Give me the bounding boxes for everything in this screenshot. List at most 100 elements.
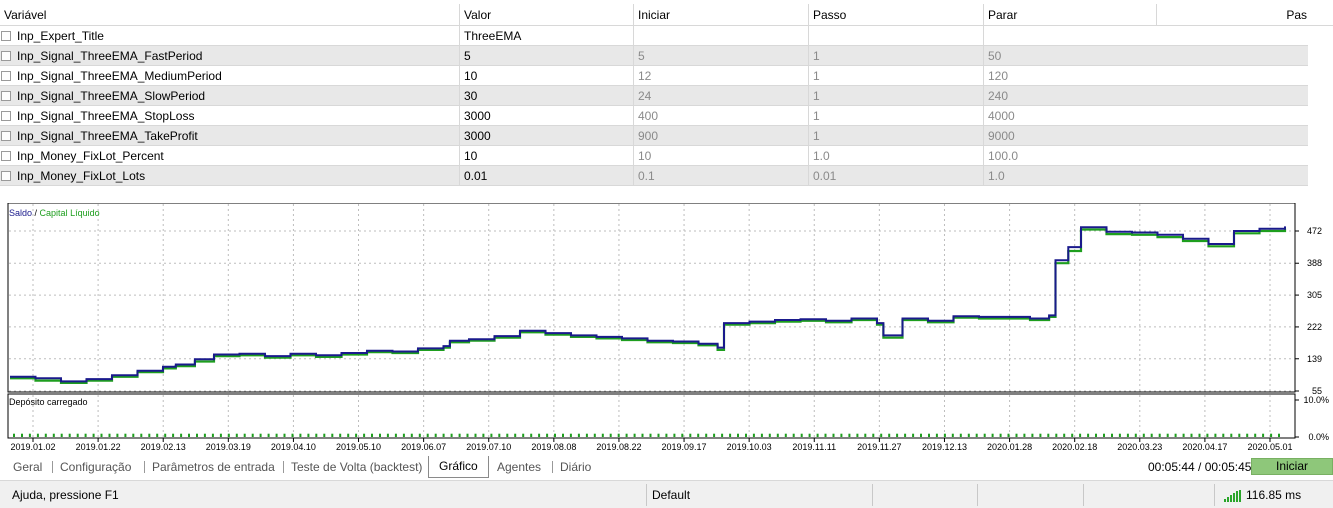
deposit-bar	[506, 433, 509, 437]
param-checkbox[interactable]	[1, 131, 11, 141]
deposit-bar	[1007, 433, 1010, 437]
param-checkbox[interactable]	[1, 91, 11, 101]
x-tick-label: 2019.08.22	[596, 442, 641, 452]
deposit-bar	[1031, 433, 1034, 437]
x-tick-label: 2020.04.17	[1182, 442, 1227, 452]
deposit-bar	[323, 433, 326, 437]
param-name: Inp_Money_FixLot_Lots	[17, 169, 146, 183]
deposit-bar	[371, 433, 373, 437]
param-name-cell: Inp_Signal_ThreeEMA_StopLoss	[0, 106, 459, 126]
legend-balance: Saldo	[9, 208, 32, 218]
deposit-bar	[203, 433, 206, 437]
tab-6[interactable]: Diário	[556, 457, 595, 477]
param-checkbox[interactable]	[1, 31, 11, 41]
deposit-bar	[1047, 433, 1050, 437]
parameter-row[interactable]: Inp_Signal_ThreeEMA_StopLoss 3000 400 1 4000	[0, 106, 1308, 126]
param-stop: 4000	[983, 106, 1156, 126]
x-tick-label: 2019.01.02	[10, 442, 55, 452]
param-value[interactable]: 0.01	[459, 166, 633, 186]
deposit-bar	[1142, 433, 1145, 437]
deposit-bar	[1206, 433, 1209, 437]
column-header-value[interactable]: Valor	[459, 4, 633, 26]
tab-3[interactable]: Teste de Volta (backtest)	[287, 457, 426, 477]
status-profile: Default	[652, 488, 691, 502]
deposit-bar	[1150, 433, 1153, 437]
deposit-bar	[673, 433, 676, 437]
status-divider	[1083, 484, 1084, 506]
param-value[interactable]: 10	[459, 66, 633, 86]
deposit-bar	[776, 433, 779, 437]
param-value[interactable]: 5	[459, 46, 633, 66]
param-checkbox[interactable]	[1, 151, 11, 161]
param-name: Inp_Signal_ThreeEMA_TakeProfit	[17, 129, 198, 143]
deposit-bar	[848, 433, 851, 437]
param-start: 24	[633, 86, 808, 106]
param-value[interactable]: 30	[459, 86, 633, 106]
deposit-bar	[44, 433, 47, 437]
param-start: 400	[633, 106, 808, 126]
param-start: 5	[633, 46, 808, 66]
param-value[interactable]: ThreeEMA	[459, 26, 633, 46]
deposit-bar	[928, 433, 930, 437]
deposit-bar	[713, 433, 716, 437]
deposit-bar	[752, 433, 755, 437]
param-checkbox[interactable]	[1, 71, 11, 81]
tab-5[interactable]: Agentes	[493, 457, 545, 477]
deposit-y-tick-label: 0.0%	[1308, 432, 1329, 442]
column-header-step[interactable]: Passo	[808, 4, 983, 26]
deposit-bar	[21, 433, 23, 437]
param-start: 12	[633, 66, 808, 86]
deposit-bar	[1278, 433, 1280, 437]
deposit-bar	[60, 433, 63, 437]
deposit-bar	[299, 433, 302, 437]
legend-equity: Capital Líquido	[40, 208, 100, 218]
tab-0[interactable]: Geral	[9, 457, 46, 477]
column-header-stop[interactable]: Parar	[983, 4, 1156, 26]
column-header-pas[interactable]: Pas	[1156, 4, 1333, 26]
param-checkbox[interactable]	[1, 111, 11, 121]
deposit-bar	[1222, 433, 1225, 437]
start-button[interactable]: Iniciar	[1251, 458, 1333, 475]
parameter-row[interactable]: Inp_Money_FixLot_Lots 0.01 0.1 0.01 1.0	[0, 166, 1308, 186]
deposit-bar	[76, 433, 79, 437]
parameter-row[interactable]: Inp_Signal_ThreeEMA_TakeProfit 3000 900 1 90…	[0, 126, 1308, 146]
deposit-bar	[1190, 433, 1193, 437]
param-checkbox[interactable]	[1, 171, 11, 181]
deposit-bar	[227, 433, 230, 437]
tab-1[interactable]: Configuração	[56, 457, 135, 477]
deposit-bar	[1079, 433, 1082, 437]
deposit-bar	[68, 433, 71, 437]
x-tick-label: 2019.01.22	[76, 442, 121, 452]
parameter-row[interactable]: Inp_Signal_ThreeEMA_SlowPeriod 30 24 1 240	[0, 86, 1308, 106]
parameter-row[interactable]: Inp_Money_FixLot_Percent 10 10 1.0 100.0	[0, 146, 1308, 166]
parameters-table: Variável Valor Iniciar Passo Parar Pas I…	[0, 0, 1333, 188]
deposit-bar	[546, 433, 549, 437]
deposit-bar	[1103, 433, 1105, 437]
x-tick-label: 2019.10.03	[727, 442, 772, 452]
deposit-bar	[148, 433, 151, 437]
deposit-bar	[1182, 433, 1185, 437]
param-checkbox[interactable]	[1, 51, 11, 61]
column-header-start[interactable]: Iniciar	[633, 4, 808, 26]
param-value[interactable]: 3000	[459, 126, 633, 146]
deposit-y-tick-label: 10.0%	[1303, 395, 1329, 405]
deposit-bar	[1023, 433, 1026, 437]
column-header-variable[interactable]: Variável	[0, 4, 459, 26]
parameter-row[interactable]: Inp_Signal_ThreeEMA_MediumPeriod 10 12 1 120	[0, 66, 1308, 86]
deposit-bar	[1214, 433, 1217, 437]
tab-4[interactable]: Gráfico	[428, 456, 489, 478]
deposit-bar	[840, 433, 843, 437]
deposit-bar	[617, 433, 620, 437]
deposit-bar	[999, 433, 1002, 437]
deposit-bar	[975, 433, 978, 437]
deposit-bar	[824, 433, 827, 437]
param-stop: 240	[983, 86, 1156, 106]
x-tick-label: 2019.03.19	[206, 442, 251, 452]
param-value[interactable]: 10	[459, 146, 633, 166]
deposit-bar	[633, 433, 636, 437]
parameter-row[interactable]: Inp_Signal_ThreeEMA_FastPeriod 5 5 1 50	[0, 46, 1308, 66]
tab-2[interactable]: Parâmetros de entrada	[148, 457, 279, 477]
param-value[interactable]: 3000	[459, 106, 633, 126]
parameter-row[interactable]: Inp_Expert_Title ThreeEMA	[0, 26, 1308, 46]
deposit-bar	[394, 433, 397, 437]
